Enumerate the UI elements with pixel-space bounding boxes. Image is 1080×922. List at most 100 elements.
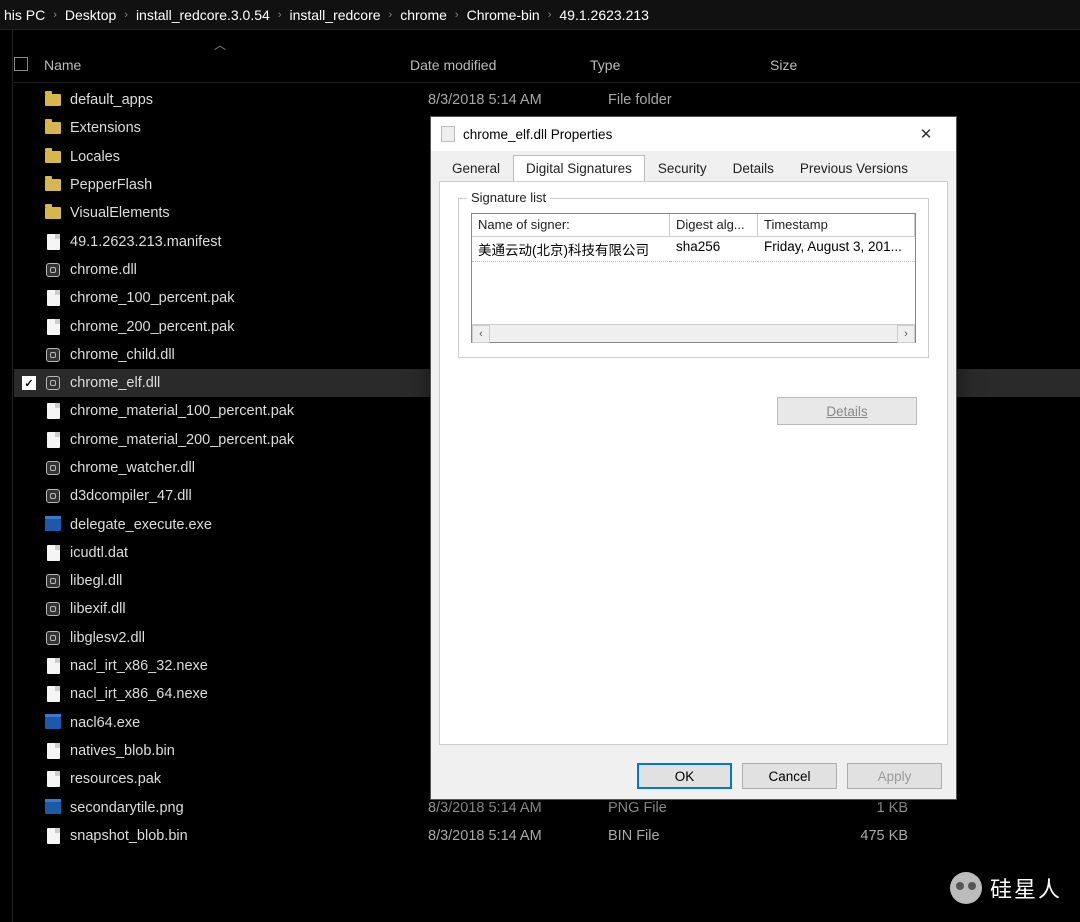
- file-date: 8/3/2018 5:14 AM: [428, 828, 608, 844]
- file-icon: [44, 289, 62, 307]
- file-row[interactable]: snapshot_blob.bin8/3/2018 5:14 AMBIN Fil…: [14, 822, 1080, 850]
- exe-icon: [44, 799, 62, 817]
- dll-icon: [44, 600, 62, 618]
- column-size[interactable]: Size: [770, 57, 890, 73]
- close-icon[interactable]: ✕: [906, 121, 946, 147]
- chevron-right-icon: ›: [389, 9, 393, 21]
- dialog-buttons: OK Cancel Apply: [431, 753, 956, 799]
- file-size: 475 KB: [788, 828, 908, 844]
- file-name: delegate_execute.exe: [70, 517, 428, 533]
- h-scrollbar[interactable]: ‹ ›: [472, 324, 915, 342]
- folder-icon: [44, 176, 62, 194]
- column-type[interactable]: Type: [590, 57, 770, 73]
- chevron-right-icon: ›: [455, 9, 459, 21]
- breadcrumb-item[interactable]: Chrome-bin: [467, 7, 540, 23]
- file-icon: [44, 827, 62, 845]
- exe-icon: [44, 714, 62, 732]
- file-name: chrome.dll: [70, 262, 428, 278]
- file-name: secondarytile.png: [70, 800, 428, 816]
- file-name: chrome_child.dll: [70, 347, 428, 363]
- signer-cell: 美通云动(北京)科技有限公司: [472, 237, 670, 262]
- dialog-titlebar[interactable]: chrome_elf.dll Properties ✕: [431, 117, 956, 151]
- signature-table[interactable]: Name of signer: Digest alg... Timestamp …: [471, 213, 916, 343]
- row-checkbox[interactable]: ✓: [14, 376, 44, 390]
- breadcrumb[interactable]: his PC › Desktop › install_redcore.3.0.54 › in…: [0, 0, 1080, 30]
- tab-digital-signatures[interactable]: Digital Signatures: [513, 155, 645, 182]
- dll-icon: [44, 629, 62, 647]
- dll-icon: [44, 374, 62, 392]
- ok-button[interactable]: OK: [637, 763, 732, 789]
- col-digest[interactable]: Digest alg...: [670, 214, 758, 237]
- signature-table-header: Name of signer: Digest alg... Timestamp: [472, 214, 915, 237]
- dialog-body: Signature list Name of signer: Digest al…: [439, 181, 948, 745]
- watermark-text: 硅星人: [990, 872, 1062, 904]
- file-icon: [44, 318, 62, 336]
- col-signer[interactable]: Name of signer:: [472, 214, 670, 237]
- tab-previous-versions[interactable]: Previous Versions: [787, 155, 921, 182]
- dialog-title: chrome_elf.dll Properties: [463, 127, 906, 142]
- file-name: chrome_elf.dll: [70, 375, 428, 391]
- file-name: resources.pak: [70, 771, 428, 787]
- chevron-right-icon: ›: [278, 9, 282, 21]
- file-name: libegl.dll: [70, 573, 428, 589]
- apply-button: Apply: [847, 763, 942, 789]
- file-name: chrome_watcher.dll: [70, 460, 428, 476]
- file-icon: [44, 544, 62, 562]
- file-name: d3dcompiler_47.dll: [70, 488, 428, 504]
- breadcrumb-item[interactable]: install_redcore: [289, 7, 380, 23]
- dll-icon: [44, 346, 62, 364]
- breadcrumb-item[interactable]: install_redcore.3.0.54: [136, 7, 270, 23]
- file-name: Locales: [70, 149, 428, 165]
- file-name: chrome_200_percent.pak: [70, 319, 428, 335]
- dialog-tabs: GeneralDigital SignaturesSecurityDetails…: [431, 151, 956, 181]
- column-date[interactable]: Date modified: [410, 57, 590, 73]
- dll-icon: [44, 487, 62, 505]
- tab-security[interactable]: Security: [645, 155, 720, 182]
- breadcrumb-item[interactable]: chrome: [400, 7, 447, 23]
- digest-cell: sha256: [670, 237, 758, 262]
- watermark: 硅星人: [950, 872, 1062, 904]
- file-name: Extensions: [70, 120, 428, 136]
- file-icon: [44, 657, 62, 675]
- cancel-button[interactable]: Cancel: [742, 763, 837, 789]
- file-name: 49.1.2623.213.manifest: [70, 234, 428, 250]
- file-icon: [44, 770, 62, 788]
- signature-list-group: Signature list Name of signer: Digest al…: [458, 198, 929, 358]
- file-row[interactable]: default_apps8/3/2018 5:14 AMFile folder: [14, 86, 1080, 114]
- column-headers: Name Date modified Type Size: [14, 48, 1080, 82]
- breadcrumb-item[interactable]: 49.1.2623.213: [559, 7, 649, 23]
- select-all-checkbox[interactable]: [14, 57, 34, 73]
- tab-details[interactable]: Details: [720, 155, 787, 182]
- signature-row[interactable]: 美通云动(北京)科技有限公司 sha256 Friday, August 3, …: [472, 237, 915, 262]
- file-name: chrome_material_100_percent.pak: [70, 403, 428, 419]
- file-name: chrome_material_200_percent.pak: [70, 432, 428, 448]
- chevron-right-icon: ›: [124, 9, 128, 21]
- breadcrumb-item[interactable]: Desktop: [65, 7, 116, 23]
- file-name: icudtl.dat: [70, 545, 428, 561]
- scroll-left-icon[interactable]: ‹: [472, 325, 490, 343]
- file-name: chrome_100_percent.pak: [70, 290, 428, 306]
- file-name: PepperFlash: [70, 177, 428, 193]
- pane-divider: [12, 30, 13, 922]
- scroll-track[interactable]: [490, 325, 897, 342]
- breadcrumb-item[interactable]: his PC: [4, 7, 45, 23]
- column-name[interactable]: Name: [14, 57, 410, 73]
- signature-list-legend: Signature list: [467, 190, 550, 205]
- exe-icon: [44, 516, 62, 534]
- properties-dialog: chrome_elf.dll Properties ✕ GeneralDigit…: [430, 116, 957, 800]
- file-name: natives_blob.bin: [70, 743, 428, 759]
- file-size: 1 KB: [788, 800, 908, 816]
- details-button: Details: [777, 397, 917, 425]
- file-name: nacl_irt_x86_64.nexe: [70, 686, 428, 702]
- folder-icon: [44, 204, 62, 222]
- file-name: libglesv2.dll: [70, 630, 428, 646]
- dll-icon: [44, 572, 62, 590]
- timestamp-cell: Friday, August 3, 201...: [758, 237, 915, 262]
- column-name-label: Name: [44, 57, 81, 73]
- file-name: libexif.dll: [70, 601, 428, 617]
- file-icon: [44, 233, 62, 251]
- tab-general[interactable]: General: [439, 155, 513, 182]
- col-timestamp[interactable]: Timestamp: [758, 214, 915, 237]
- chevron-right-icon: ›: [548, 9, 552, 21]
- scroll-right-icon[interactable]: ›: [897, 325, 915, 343]
